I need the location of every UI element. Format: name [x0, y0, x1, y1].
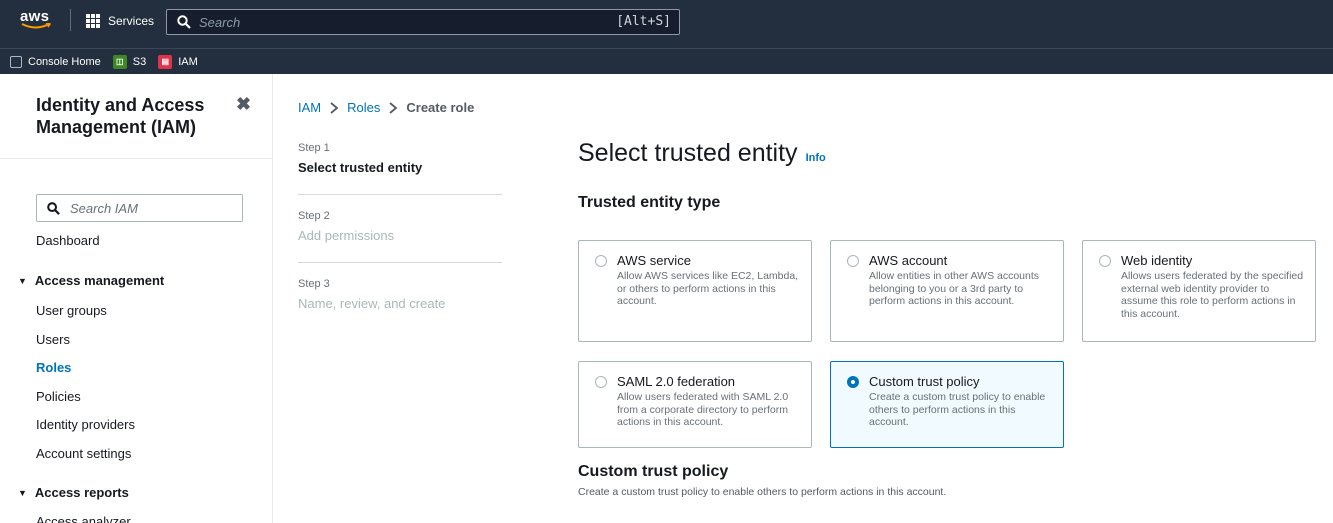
favorite-label: S3: [132, 55, 147, 68]
tile-title: SAML 2.0 federation: [617, 374, 736, 389]
radio-button[interactable]: [1099, 255, 1111, 267]
tile-saml-federation[interactable]: SAML 2.0 federation Allow users federate…: [578, 361, 812, 448]
aws-logo[interactable]: aws: [20, 6, 54, 32]
wizard-steps: Step 1 Select trusted entity Step 2 Add …: [298, 138, 502, 342]
services-menu-button[interactable]: Services: [86, 11, 154, 31]
sidebar-item-access-analyzer[interactable]: Access analyzer: [36, 514, 131, 523]
sidebar: Identity and Access Management (IAM) ✖ S…: [0, 74, 273, 523]
wizard-step-3: Step 3 Name, review, and create: [298, 274, 502, 342]
breadcrumb-iam[interactable]: IAM: [298, 100, 321, 115]
tile-title: AWS account: [869, 253, 948, 268]
sidebar-item-user-groups[interactable]: User groups: [36, 303, 107, 318]
breadcrumb-roles[interactable]: Roles: [347, 100, 380, 115]
tile-title: Custom trust policy: [869, 374, 980, 389]
caret-down-icon: ▼: [18, 487, 27, 498]
breadcrumb-create-role: Create role: [406, 100, 475, 115]
sidebar-search-placeholder: Search IAM: [70, 200, 138, 216]
tile-web-identity[interactable]: Web identity Allows users federated by t…: [1082, 240, 1316, 342]
radio-button[interactable]: [847, 255, 859, 267]
chevron-right-icon: [389, 101, 398, 114]
tile-custom-trust-policy[interactable]: Custom trust policy Create a custom trus…: [830, 361, 1064, 448]
info-link[interactable]: Info: [806, 152, 826, 164]
radio-button[interactable]: [595, 376, 607, 388]
sidebar-item-account-settings[interactable]: Account settings: [36, 446, 131, 461]
radio-button-selected[interactable]: [847, 376, 859, 388]
step-number: Step 3: [298, 278, 330, 290]
caret-down-icon: ▼: [18, 275, 27, 286]
favorite-label: Console Home: [28, 55, 101, 68]
tile-description: Allow entities in other AWS accounts bel…: [869, 270, 1040, 307]
page-title-text: Select trusted entity: [578, 139, 798, 167]
top-navigation-bar: aws Services Search [Alt+S]: [0, 0, 1333, 48]
favorites-bar: Console Home ◫ S3 ▤ IAM: [0, 48, 1333, 74]
tile-title: AWS service: [617, 253, 691, 268]
wizard-step-2: Step 2 Add permissions: [298, 206, 502, 274]
favorite-console-home[interactable]: Console Home: [10, 55, 101, 68]
grid-icon: [86, 14, 100, 28]
sidebar-section-access-reports[interactable]: ▼ Access reports: [18, 485, 129, 500]
tile-aws-account[interactable]: AWS account Allow entities in other AWS …: [830, 240, 1064, 342]
step-number: Step 2: [298, 210, 330, 222]
cube-icon: [10, 55, 22, 68]
iam-icon: ▤: [158, 54, 173, 69]
favorite-iam[interactable]: ▤ IAM: [158, 54, 198, 69]
custom-trust-policy-description: Create a custom trust policy to enable o…: [578, 486, 947, 498]
search-icon: [47, 201, 60, 215]
sidebar-search-input[interactable]: Search IAM: [36, 194, 243, 222]
trusted-entity-type-heading: Trusted entity type: [578, 194, 721, 211]
section-label: Access management: [34, 273, 165, 288]
tile-aws-service[interactable]: AWS service Allow AWS services like EC2,…: [578, 240, 812, 342]
step-number: Step 1: [298, 142, 330, 154]
sidebar-item-users[interactable]: Users: [36, 332, 70, 347]
sidebar-title: Identity and Access Management (IAM): [36, 95, 205, 137]
sidebar-item-dashboard[interactable]: Dashboard: [36, 233, 100, 248]
search-shortcut: [Alt+S]: [616, 14, 671, 29]
search-icon: [177, 15, 191, 29]
step-label: Add permissions: [298, 228, 395, 243]
breadcrumb: IAM Roles Create role: [298, 100, 474, 115]
nav-divider: [70, 9, 71, 31]
sidebar-section-access-management[interactable]: ▼ Access management: [18, 273, 164, 288]
services-label: Services: [108, 14, 155, 28]
sidebar-item-identity-providers[interactable]: Identity providers: [36, 417, 135, 432]
step-divider: [298, 194, 502, 195]
chevron-right-icon: [330, 101, 339, 114]
tile-description: Create a custom trust policy to enable o…: [869, 391, 1046, 428]
step-divider: [298, 262, 502, 263]
radio-button[interactable]: [595, 255, 607, 267]
step-label: Name, review, and create: [298, 296, 446, 311]
tile-description: Allows users federated by the specified …: [1121, 270, 1304, 320]
sidebar-divider: [0, 158, 272, 159]
sidebar-item-roles[interactable]: Roles: [36, 360, 71, 375]
global-search-input[interactable]: Search [Alt+S]: [166, 9, 680, 35]
aws-smile-icon: [21, 23, 51, 29]
tile-description: Allow users federated with SAML 2.0 from…: [617, 391, 789, 428]
section-label: Access reports: [34, 485, 129, 500]
step-label: Select trusted entity: [298, 160, 423, 175]
custom-trust-policy-heading: Custom trust policy: [578, 463, 729, 480]
tile-description: Allow AWS services like EC2, Lambda, or …: [617, 270, 799, 307]
close-icon[interactable]: ✖: [236, 94, 251, 115]
tile-title: Web identity: [1121, 253, 1193, 268]
favorite-label: IAM: [178, 55, 198, 68]
wizard-step-1: Step 1 Select trusted entity: [298, 138, 502, 206]
favorite-s3[interactable]: ◫ S3: [112, 54, 147, 69]
s3-icon: ◫: [112, 54, 127, 69]
page-title: Select trusted entity Info: [578, 139, 826, 168]
sidebar-item-policies[interactable]: Policies: [36, 389, 81, 404]
search-placeholder: Search: [199, 14, 241, 30]
